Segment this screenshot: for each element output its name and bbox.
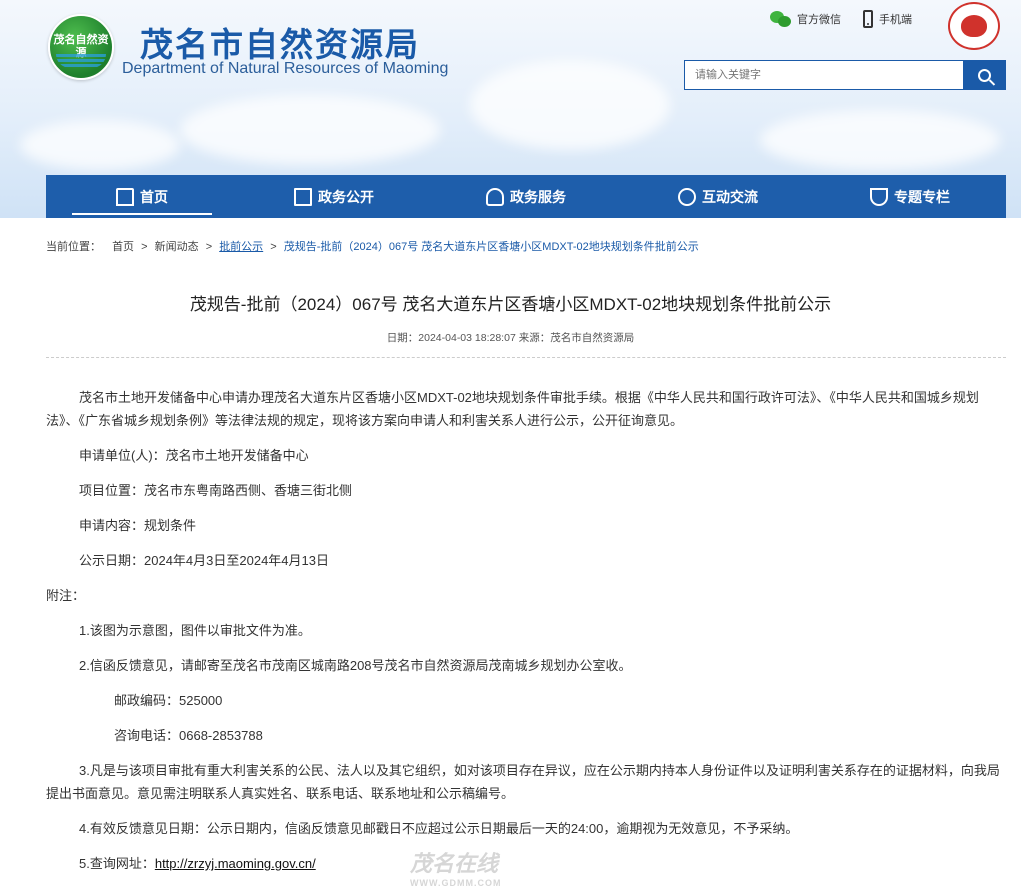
nav-label: 政务公开 — [318, 188, 374, 205]
site-logo[interactable]: 茂名自然资源 — [48, 14, 114, 80]
search-input[interactable] — [685, 61, 963, 89]
postcode: 邮政编码：525000 — [114, 693, 223, 708]
breadcrumb-separator: > — [270, 241, 277, 253]
search-bar — [684, 60, 1006, 90]
watermark: 茂名在线 WWW.GDMM.COM — [410, 846, 501, 888]
search-button[interactable] — [963, 61, 1005, 89]
user-service-icon — [486, 187, 504, 206]
article-title: 茂规告-批前（2024）067号 茂名大道东片区香塘小区MDXT-02地块规划条… — [189, 295, 832, 314]
paragraph: 申请单位(人)：茂名市土地开发储备中心 — [79, 448, 309, 463]
mobile-label: 手机端 — [879, 14, 912, 26]
nav-special-topics[interactable]: 专题专栏 — [814, 175, 1006, 218]
article-body: 茂名市土地开发储备中心申请办理茂名大道东片区香塘小区MDXT-02地块规划条件审… — [46, 386, 1001, 887]
nav-label: 互动交流 — [702, 188, 758, 205]
site-header: 茂名自然资源 茂名市自然资源局 Department of Natural Re… — [0, 0, 1021, 218]
nav-home[interactable]: 首页 — [46, 175, 238, 218]
query-url-line: 5.查询网址：http://zrzyj.maoming.gov.cn/ — [46, 852, 1001, 875]
site-title: 茂名市自然资源局 — [140, 26, 420, 63]
note-item: 3.凡是与该项目审批有重大利害关系的公民、法人以及其它组织，如对该项目存在异议，… — [46, 763, 1000, 801]
nav-government-services[interactable]: 政务服务 — [430, 175, 622, 218]
nav-government-affairs[interactable]: 政务公开 — [238, 175, 430, 218]
notes-label: 附注： — [46, 588, 86, 603]
main-nav: 首页 政务公开 政务服务 互动交流 专题专栏 — [46, 175, 1006, 218]
nav-label: 政务服务 — [510, 188, 566, 205]
wechat-link[interactable]: 官方微信 — [770, 10, 841, 28]
paragraph: 申请内容：规划条件 — [79, 518, 197, 533]
site-subtitle: Department of Natural Resources of Maomi… — [122, 60, 449, 77]
breadcrumb-news[interactable]: 新闻动态 — [155, 241, 199, 253]
top-links: 官方微信 手机端 — [770, 10, 934, 28]
wechat-label: 官方微信 — [797, 14, 841, 26]
mobile-link[interactable]: 手机端 — [863, 10, 912, 28]
breadcrumb: 当前位置： 首页 > 新闻动态 > 批前公示 > 茂规告-批前（2024）067… — [46, 238, 699, 254]
nav-label: 专题专栏 — [894, 188, 950, 205]
breadcrumb-prefix: 当前位置： — [46, 241, 101, 253]
wechat-icon — [770, 10, 792, 28]
breadcrumb-separator: > — [205, 241, 213, 253]
breadcrumb-home[interactable]: 首页 — [112, 241, 134, 253]
emblem-icon[interactable] — [948, 2, 1000, 50]
watermark-text: 茂名在线 — [410, 851, 499, 876]
search-icon — [977, 68, 991, 82]
chat-icon — [678, 187, 696, 206]
breadcrumb-current: 茂规告-批前（2024）067号 茂名大道东片区香塘小区MDXT-02地块规划条… — [283, 241, 699, 253]
nav-label: 首页 — [140, 188, 168, 205]
article-meta: 日期：2024-04-03 18:28:07 来源：茂名市自然资源局 — [386, 332, 635, 344]
query-url-label: 5.查询网址： — [79, 856, 155, 871]
note-item: 4.有效反馈意见日期：公示日期内，信函反馈意见邮戳日不应超过公示日期最后一天的2… — [79, 821, 799, 836]
breadcrumb-notice[interactable]: 批前公示 — [219, 241, 263, 253]
paragraph: 公示日期：2024年4月3日至2024年4月13日 — [79, 553, 329, 568]
consult-phone: 咨询电话：0668-2853788 — [114, 728, 263, 743]
watermark-sub: WWW.GDMM.COM — [410, 878, 502, 888]
phone-icon — [863, 10, 873, 28]
note-item: 2.信函反馈意见，请邮寄至茂名市茂南区城南路208号茂名市自然资源局茂南城乡规划… — [79, 658, 632, 673]
nav-interaction[interactable]: 互动交流 — [622, 175, 814, 218]
divider — [46, 357, 1006, 358]
breadcrumb-separator: > — [141, 241, 148, 253]
document-icon — [294, 187, 312, 206]
paragraph: 项目位置：茂名市东粤南路西侧、香塘三街北侧 — [79, 483, 353, 498]
paragraph: 茂名市土地开发储备中心申请办理茂名大道东片区香塘小区MDXT-02地块规划条件审… — [46, 390, 979, 428]
home-icon — [116, 187, 134, 206]
query-url-link[interactable]: http://zrzyj.maoming.gov.cn/ — [155, 856, 316, 871]
trophy-icon — [870, 187, 888, 206]
note-item: 1.该图为示意图，图件以审批文件为准。 — [79, 623, 311, 638]
